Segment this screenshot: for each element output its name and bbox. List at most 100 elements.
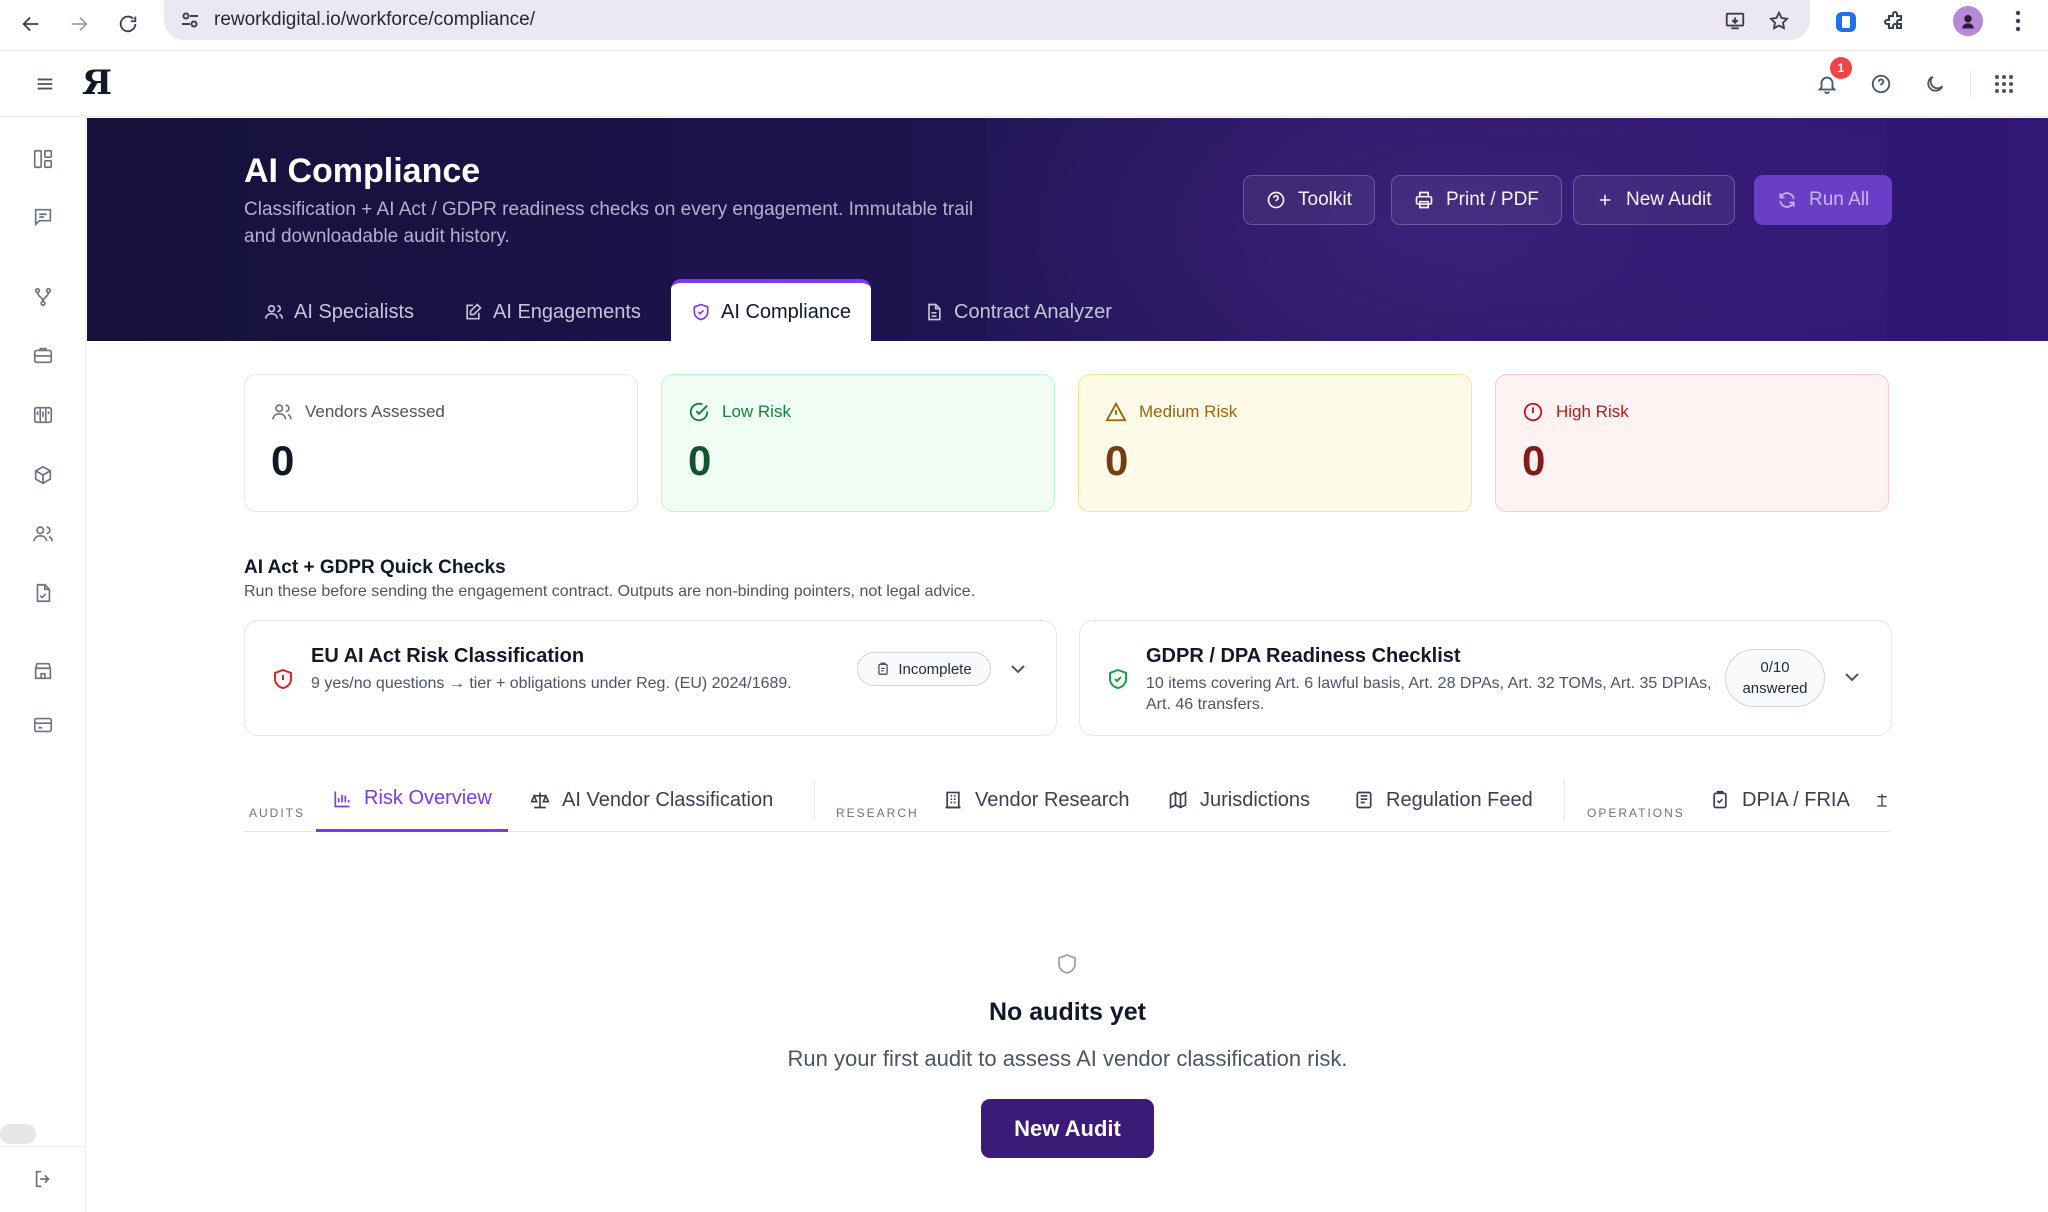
- tab-dpia-fria[interactable]: DPIA / FRIA: [1694, 768, 1866, 832]
- app-header: [0, 51, 2048, 117]
- stat-label: Low Risk: [722, 402, 791, 421]
- new-audit-button[interactable]: New Audit: [981, 1099, 1154, 1158]
- sidebar-item-documents[interactable]: [25, 575, 61, 611]
- quick-checks-title: AI Act + GDPR Quick Checks: [244, 557, 506, 578]
- tab-jurisdictions[interactable]: Jurisdictions: [1152, 768, 1326, 832]
- stat-label: Medium Risk: [1139, 402, 1238, 421]
- profile-avatar[interactable]: [1953, 6, 1983, 36]
- url-text[interactable]: reworkdigital.io/workforce/compliance/: [214, 9, 535, 31]
- bookmark-star-icon[interactable]: [1764, 6, 1794, 36]
- extension-icon[interactable]: [1831, 7, 1861, 37]
- shield-icon: [1055, 952, 1079, 976]
- tab-label: AI Specialists: [294, 300, 415, 323]
- sidebar-item-messages[interactable]: [25, 199, 61, 235]
- tab-ai-engagements[interactable]: AI Engagements: [443, 283, 661, 341]
- tab-group-separator: [814, 780, 815, 820]
- stat-value: 0: [1105, 437, 1129, 484]
- dashboard-icon: [33, 149, 53, 169]
- toolkit-button-label: Toolkit: [1298, 189, 1352, 210]
- chevron-down-icon[interactable]: [1840, 665, 1864, 689]
- sidebar-item-dashboard[interactable]: [25, 141, 61, 177]
- page-hero: AI Compliance Classification + AI Act / …: [87, 118, 2048, 341]
- tab-vendor-research[interactable]: Vendor Research: [927, 768, 1146, 832]
- users-icon: [264, 304, 284, 319]
- tab-label: Jurisdictions: [1200, 788, 1311, 811]
- briefcase-icon: [33, 347, 53, 364]
- tab-group-label: RESEARCH: [836, 806, 919, 820]
- sidebar-item-board[interactable]: [25, 397, 61, 433]
- quick-check-name: EU AI Act Risk Classification: [311, 645, 585, 667]
- tab-overflow-partial[interactable]: [1874, 768, 1890, 832]
- stat-label: Vendors Assessed: [305, 402, 445, 421]
- sidebar-item-store[interactable]: [25, 653, 61, 689]
- tab-risk-overview[interactable]: Risk Overview: [316, 768, 508, 832]
- back-button[interactable]: [14, 7, 48, 41]
- install-app-icon[interactable]: [1720, 6, 1750, 36]
- view-tabs: AUDITS Risk Overview AI Vendor Classific…: [244, 768, 1890, 832]
- alert-circle-icon: [1523, 402, 1543, 422]
- run-all-button-label: Run All: [1809, 189, 1870, 210]
- new-audit-header-button[interactable]: New Audit: [1573, 175, 1735, 225]
- printer-icon: [1415, 191, 1433, 209]
- tab-label: AI Compliance: [721, 300, 852, 323]
- tab-group-separator: [1564, 780, 1565, 820]
- shield-check-icon: [693, 303, 709, 321]
- arrow-left-icon: [22, 16, 39, 32]
- quick-check-ai-act[interactable]: EU AI Act Risk Classification 9 yes/no q…: [244, 620, 1057, 736]
- run-all-button[interactable]: Run All: [1754, 175, 1893, 225]
- sidebar-item-logout[interactable]: [25, 1161, 61, 1197]
- stat-value: 0: [688, 437, 712, 484]
- header-divider: [1970, 71, 1971, 97]
- file-icon: [36, 583, 51, 603]
- file-edit-icon: [466, 303, 482, 320]
- stat-card-low-risk: Low Risk 0: [661, 374, 1055, 512]
- chevron-down-icon[interactable]: [1006, 657, 1030, 681]
- tab-label: Regulation Feed: [1386, 788, 1533, 811]
- sidebar-divider: [0, 1146, 86, 1147]
- stat-value: 0: [271, 437, 295, 484]
- file-text-icon: [928, 303, 941, 321]
- tab-label: AI Engagements: [493, 300, 641, 323]
- tab-ai-compliance[interactable]: AI Compliance: [671, 279, 872, 341]
- sidebar-item-people[interactable]: [25, 516, 61, 552]
- apps-grid-icon[interactable]: [1986, 66, 2022, 102]
- empty-state-subtitle: Run your first audit to assess AI vendor…: [787, 1046, 1348, 1071]
- app-logo[interactable]: Я: [82, 65, 112, 101]
- tab-regulation-feed[interactable]: Regulation Feed: [1338, 768, 1549, 832]
- forward-button[interactable]: [62, 7, 96, 41]
- toolkit-button[interactable]: Toolkit: [1243, 175, 1375, 225]
- print-pdf-button[interactable]: Print / PDF: [1391, 175, 1562, 225]
- sidebar-item-briefcase[interactable]: [25, 337, 61, 373]
- refresh-icon: [1779, 192, 1795, 208]
- logout-icon: [35, 1170, 50, 1188]
- tab-label: Risk Overview: [364, 787, 492, 809]
- reload-button[interactable]: [111, 7, 145, 41]
- tab-ai-specialists[interactable]: AI Specialists: [244, 283, 434, 341]
- sidebar-collapse-toggle[interactable]: [0, 1124, 36, 1144]
- shield-alert-icon: [271, 667, 295, 691]
- puzzle-extensions-icon[interactable]: [1880, 7, 1910, 37]
- users-icon: [272, 404, 292, 420]
- browser-menu-icon[interactable]: [2003, 6, 2033, 36]
- message-icon: [34, 208, 52, 227]
- sidebar-item-packages[interactable]: [25, 457, 61, 493]
- avatar-icon: [1962, 15, 1974, 29]
- sidebar-item-billing[interactable]: [25, 707, 61, 743]
- tab-ai-vendor-classification[interactable]: AI Vendor Classification: [514, 768, 789, 832]
- browser-toolbar: reworkdigital.io/workforce/compliance/: [0, 0, 2048, 51]
- quick-check-gdpr[interactable]: GDPR / DPA Readiness Checklist 10 items …: [1079, 620, 1892, 736]
- tab-group-label: AUDITS: [249, 806, 306, 820]
- tab-contract-analyzer[interactable]: Contract Analyzer: [904, 283, 1132, 341]
- hamburger-menu-icon[interactable]: [27, 66, 63, 102]
- status-badge-label: Incomplete: [898, 660, 972, 678]
- scale-icon: [1877, 794, 1887, 807]
- sidebar-item-workflows[interactable]: [25, 279, 61, 315]
- moon-icon[interactable]: [1917, 66, 1953, 102]
- building-icon: [945, 791, 961, 809]
- credit-card-icon: [33, 717, 53, 733]
- site-settings-icon[interactable]: [178, 8, 202, 32]
- help-icon[interactable]: [1863, 66, 1899, 102]
- stat-card-medium-risk: Medium Risk 0: [1078, 374, 1472, 512]
- page-subtitle: Classification + AI Act / GDPR readiness…: [244, 199, 974, 247]
- kanban-icon: [33, 406, 53, 424]
